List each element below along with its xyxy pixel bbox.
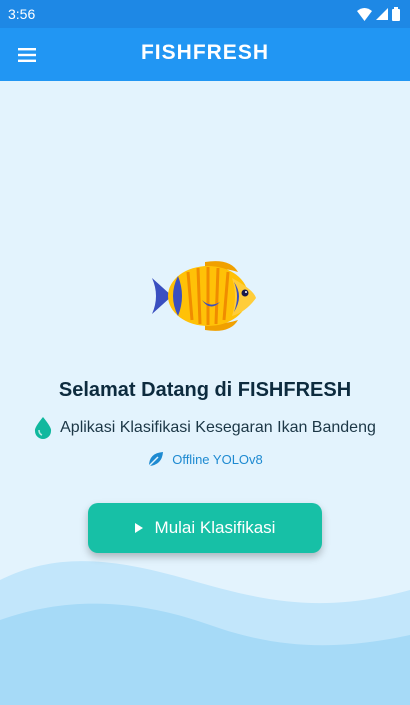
status-time: 3:56 xyxy=(8,6,36,22)
leaf-icon xyxy=(148,452,164,467)
status-icons xyxy=(357,7,400,21)
wave-background xyxy=(0,561,410,705)
subtitle-text: Aplikasi Klasifikasi Kesegaran Ikan Band… xyxy=(60,419,376,436)
wifi-icon xyxy=(357,7,372,21)
badge-text: Offline YOLOv8 xyxy=(172,452,263,467)
welcome-title: Selamat Datang di FISHFRESH xyxy=(58,379,352,401)
start-button-label: Mulai Klasifikasi xyxy=(154,518,276,537)
status-bar: 3:56 xyxy=(0,0,410,28)
app-bar: FISHFRESH xyxy=(0,28,410,81)
play-icon xyxy=(134,523,143,533)
water-drop-icon xyxy=(35,417,52,439)
main-content: Selamat Datang di FISHFRESH Aplikasi Kla… xyxy=(0,81,410,705)
start-classification-button[interactable]: Mulai Klasifikasi xyxy=(88,503,322,553)
battery-icon xyxy=(392,7,400,21)
subtitle-row: Aplikasi Klasifikasi Kesegaran Ikan Band… xyxy=(0,417,410,439)
app-title: FISHFRESH xyxy=(140,41,269,64)
fish-icon xyxy=(152,261,256,331)
model-badge: Offline YOLOv8 xyxy=(0,451,410,468)
signal-icon xyxy=(376,8,388,20)
